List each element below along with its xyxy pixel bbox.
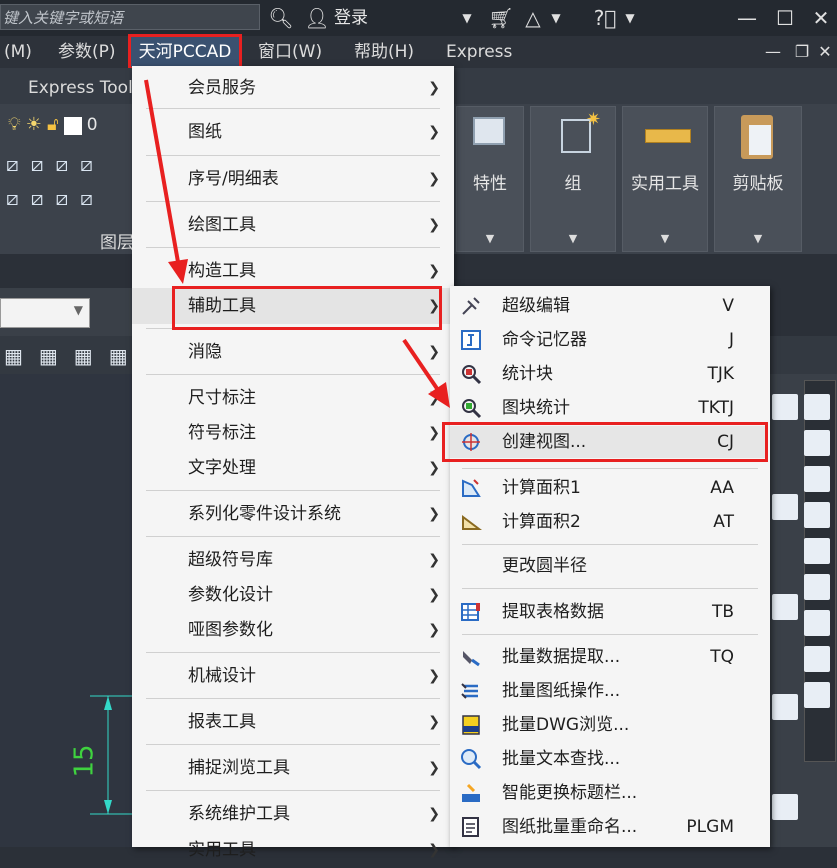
annotation-arrows: [144, 79, 450, 408]
